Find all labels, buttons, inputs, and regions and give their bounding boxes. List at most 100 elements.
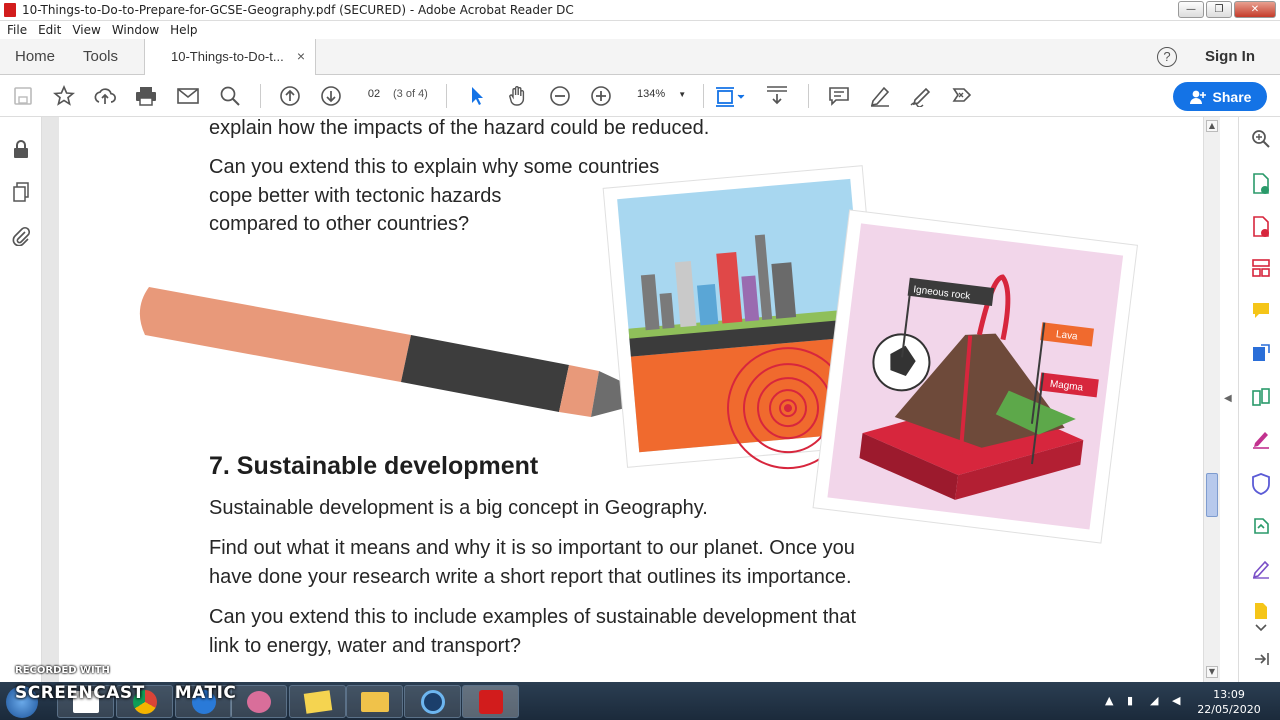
hand-icon[interactable] <box>506 85 530 107</box>
system-clock[interactable]: 13:09 22/05/2020 <box>1196 687 1262 717</box>
tray-volume-icon[interactable]: ◀ <box>1172 694 1180 707</box>
menu-file[interactable]: File <box>7 23 27 37</box>
tray-network-icon[interactable]: ▮ <box>1127 694 1133 707</box>
page-thumbnails-icon[interactable] <box>11 182 31 202</box>
share-button[interactable]: Share <box>1173 82 1267 111</box>
screencast-watermark: SCREENCAST MATIC <box>15 683 236 703</box>
scroll-up-arrow[interactable]: ▲ <box>1206 120 1218 132</box>
pdf-page: explain how the impacts of the hazard co… <box>59 117 1203 682</box>
toolbar-divider <box>703 84 704 108</box>
taskbar-app-acrobat[interactable] <box>462 685 519 718</box>
screencast-text-b: MATIC <box>174 683 237 703</box>
recorded-with-watermark: RECORDED WITH <box>15 665 110 676</box>
highlight-pen-icon[interactable] <box>868 85 892 107</box>
toolbar-divider <box>808 84 809 108</box>
menu-edit[interactable]: Edit <box>38 23 61 37</box>
paragraph: Find out what it means and why it is so … <box>209 537 855 588</box>
minimize-button[interactable]: — <box>1178 1 1204 18</box>
lock-icon[interactable] <box>11 139 31 159</box>
toolbar-divider <box>260 84 261 108</box>
tray-signal-icon[interactable]: ◢ <box>1150 694 1158 707</box>
tab-document[interactable]: 10-Things-to-Do-t... × <box>144 39 316 76</box>
plus-circle-icon[interactable] <box>589 85 613 107</box>
tab-home[interactable]: Home <box>15 48 55 65</box>
window-title: 10-Things-to-Do-to-Prepare-for-GCSE-Geog… <box>22 3 574 17</box>
chevron-down-icon: ▼ <box>678 90 687 99</box>
menu-help[interactable]: Help <box>170 23 197 37</box>
add-person-icon <box>1189 90 1206 104</box>
paragraph: Sustainable development is a big concept… <box>209 497 708 519</box>
attachment-icon[interactable] <box>11 226 31 247</box>
right-panel-toggle[interactable]: ◀ <box>1220 117 1238 682</box>
acrobat-app-icon <box>4 3 16 17</box>
help-icon[interactable]: ? <box>1157 47 1177 67</box>
upload-icon[interactable] <box>93 85 117 107</box>
taskbar-app-explorer[interactable] <box>346 685 403 718</box>
paragraph: explain how the impacts of the hazard co… <box>209 117 710 139</box>
volcano-photo: Igneous rock Lava Magma <box>812 209 1139 544</box>
send-sign-icon[interactable] <box>950 85 974 107</box>
document-tab-label: 10-Things-to-Do-t... <box>171 49 284 64</box>
star-icon[interactable] <box>52 85 76 107</box>
menu-view[interactable]: View <box>72 23 100 37</box>
export-pdf-icon[interactable] <box>1250 216 1272 238</box>
tab-bar: Home Tools 10-Things-to-Do-t... × ? Sign… <box>0 39 1280 76</box>
paragraph: Can you extend this to include examples … <box>209 606 857 657</box>
cursor-icon[interactable] <box>465 85 489 107</box>
scrollbar-thumb[interactable] <box>1206 473 1218 517</box>
window-controls: — ❐ ✕ <box>1178 1 1276 18</box>
share-button-label: Share <box>1212 88 1252 105</box>
maximize-button[interactable]: ❐ <box>1206 1 1232 18</box>
fit-page-icon[interactable] <box>713 85 747 107</box>
zoom-level-select[interactable]: 134% ▼ <box>626 88 696 100</box>
edit-pdf-icon[interactable] <box>1250 343 1272 365</box>
search-icon[interactable] <box>218 85 242 107</box>
taskbar-app-paint[interactable] <box>230 685 287 718</box>
clock-time: 13:09 <box>1213 688 1245 701</box>
page-count-label: (3 of 4) <box>393 88 428 100</box>
mail-icon[interactable] <box>176 85 200 107</box>
optimize-pdf-icon[interactable] <box>1250 516 1272 538</box>
scroll-down-arrow[interactable]: ▼ <box>1206 666 1218 678</box>
vertical-scrollbar[interactable]: ▲ ▼ <box>1203 117 1220 682</box>
comment-icon[interactable] <box>827 85 851 107</box>
chevron-down-icon[interactable] <box>1250 617 1272 639</box>
sign-pen-icon[interactable] <box>909 85 933 107</box>
compare-files-icon[interactable] <box>1250 387 1272 409</box>
document-viewport[interactable]: explain how the impacts of the hazard co… <box>42 117 1203 682</box>
organize-pages-icon[interactable] <box>1250 258 1272 280</box>
close-tab-icon[interactable]: × <box>297 48 305 64</box>
menu-bar: File Edit View Window Help <box>0 21 1280 39</box>
zoom-search-icon[interactable] <box>1250 129 1272 151</box>
scroll-mode-icon[interactable] <box>765 85 789 107</box>
protect-shield-icon[interactable] <box>1250 473 1272 495</box>
zoom-level-value: 134% <box>637 88 666 100</box>
sign-in-button[interactable]: Sign In <box>1205 48 1255 65</box>
screencast-text-a: SCREENCAST <box>15 683 145 703</box>
chevron-left-icon: ◀ <box>1224 393 1232 404</box>
clock-date: 22/05/2020 <box>1197 703 1261 716</box>
create-pdf-icon[interactable] <box>1250 173 1272 195</box>
fill-sign-icon[interactable] <box>1250 429 1272 451</box>
pencil-illustration <box>139 287 673 417</box>
comment-tool-icon[interactable] <box>1250 301 1272 323</box>
taskbar-app-sticky-notes[interactable] <box>289 685 346 718</box>
window-title-bar: 10-Things-to-Do-to-Prepare-for-GCSE-Geog… <box>0 0 1280 21</box>
tray-show-hidden-icon[interactable]: ▲ <box>1105 694 1113 707</box>
menu-window[interactable]: Window <box>112 23 159 37</box>
arrow-up-circle-icon[interactable] <box>278 85 302 107</box>
close-window-button[interactable]: ✕ <box>1234 1 1276 18</box>
toolbar-divider <box>446 84 447 108</box>
left-nav-rail <box>0 117 42 682</box>
page-number-input[interactable]: 02 <box>360 88 388 100</box>
collapse-panel-icon[interactable] <box>1250 651 1272 673</box>
right-tools-rail <box>1238 117 1280 682</box>
print-icon[interactable] <box>134 85 158 107</box>
save-icon[interactable] <box>11 85 35 107</box>
taskbar-app-media[interactable] <box>404 685 461 718</box>
minus-circle-icon[interactable] <box>548 85 572 107</box>
section-heading: 7. Sustainable development <box>209 452 539 480</box>
arrow-down-circle-icon[interactable] <box>319 85 343 107</box>
tab-tools[interactable]: Tools <box>83 48 118 65</box>
send-signature-icon[interactable] <box>1250 559 1272 581</box>
